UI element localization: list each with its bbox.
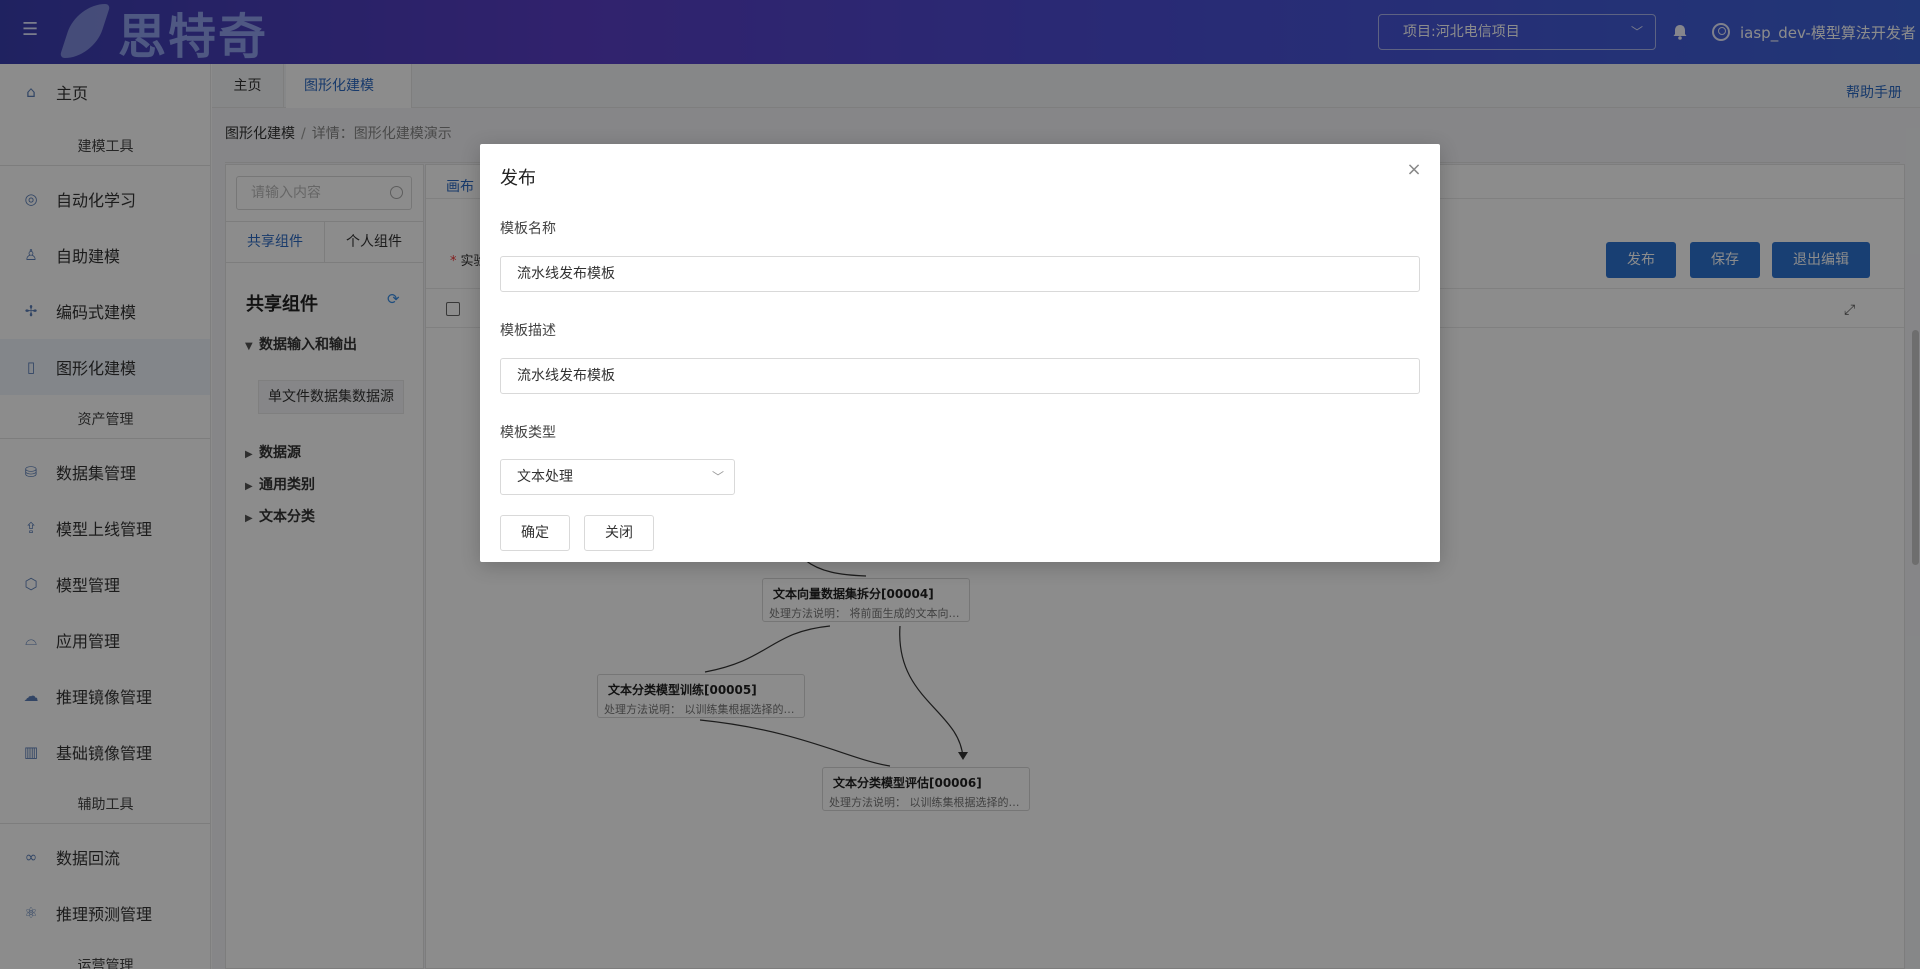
publish-dialog: 发布 × 模板名称 流水线发布模板 模板描述 流水线发布模板 模板类型 文本处理… <box>480 144 1440 562</box>
chevron-down-icon: ﹀ <box>711 470 724 484</box>
template-name-input[interactable]: 流水线发布模板 <box>500 256 1420 292</box>
template-type-value: 文本处理 <box>517 469 573 485</box>
close-icon[interactable]: × <box>1406 161 1422 179</box>
template-desc-label: 模板描述 <box>500 323 556 339</box>
template-desc-input[interactable]: 流水线发布模板 <box>500 358 1420 394</box>
confirm-button[interactable]: 确定 <box>500 515 570 551</box>
template-name-label: 模板名称 <box>500 221 556 237</box>
dialog-title: 发布 <box>500 168 536 189</box>
close-button[interactable]: 关闭 <box>584 515 654 551</box>
template-type-select[interactable]: 文本处理 ﹀ <box>500 459 735 495</box>
template-type-label: 模板类型 <box>500 425 556 441</box>
